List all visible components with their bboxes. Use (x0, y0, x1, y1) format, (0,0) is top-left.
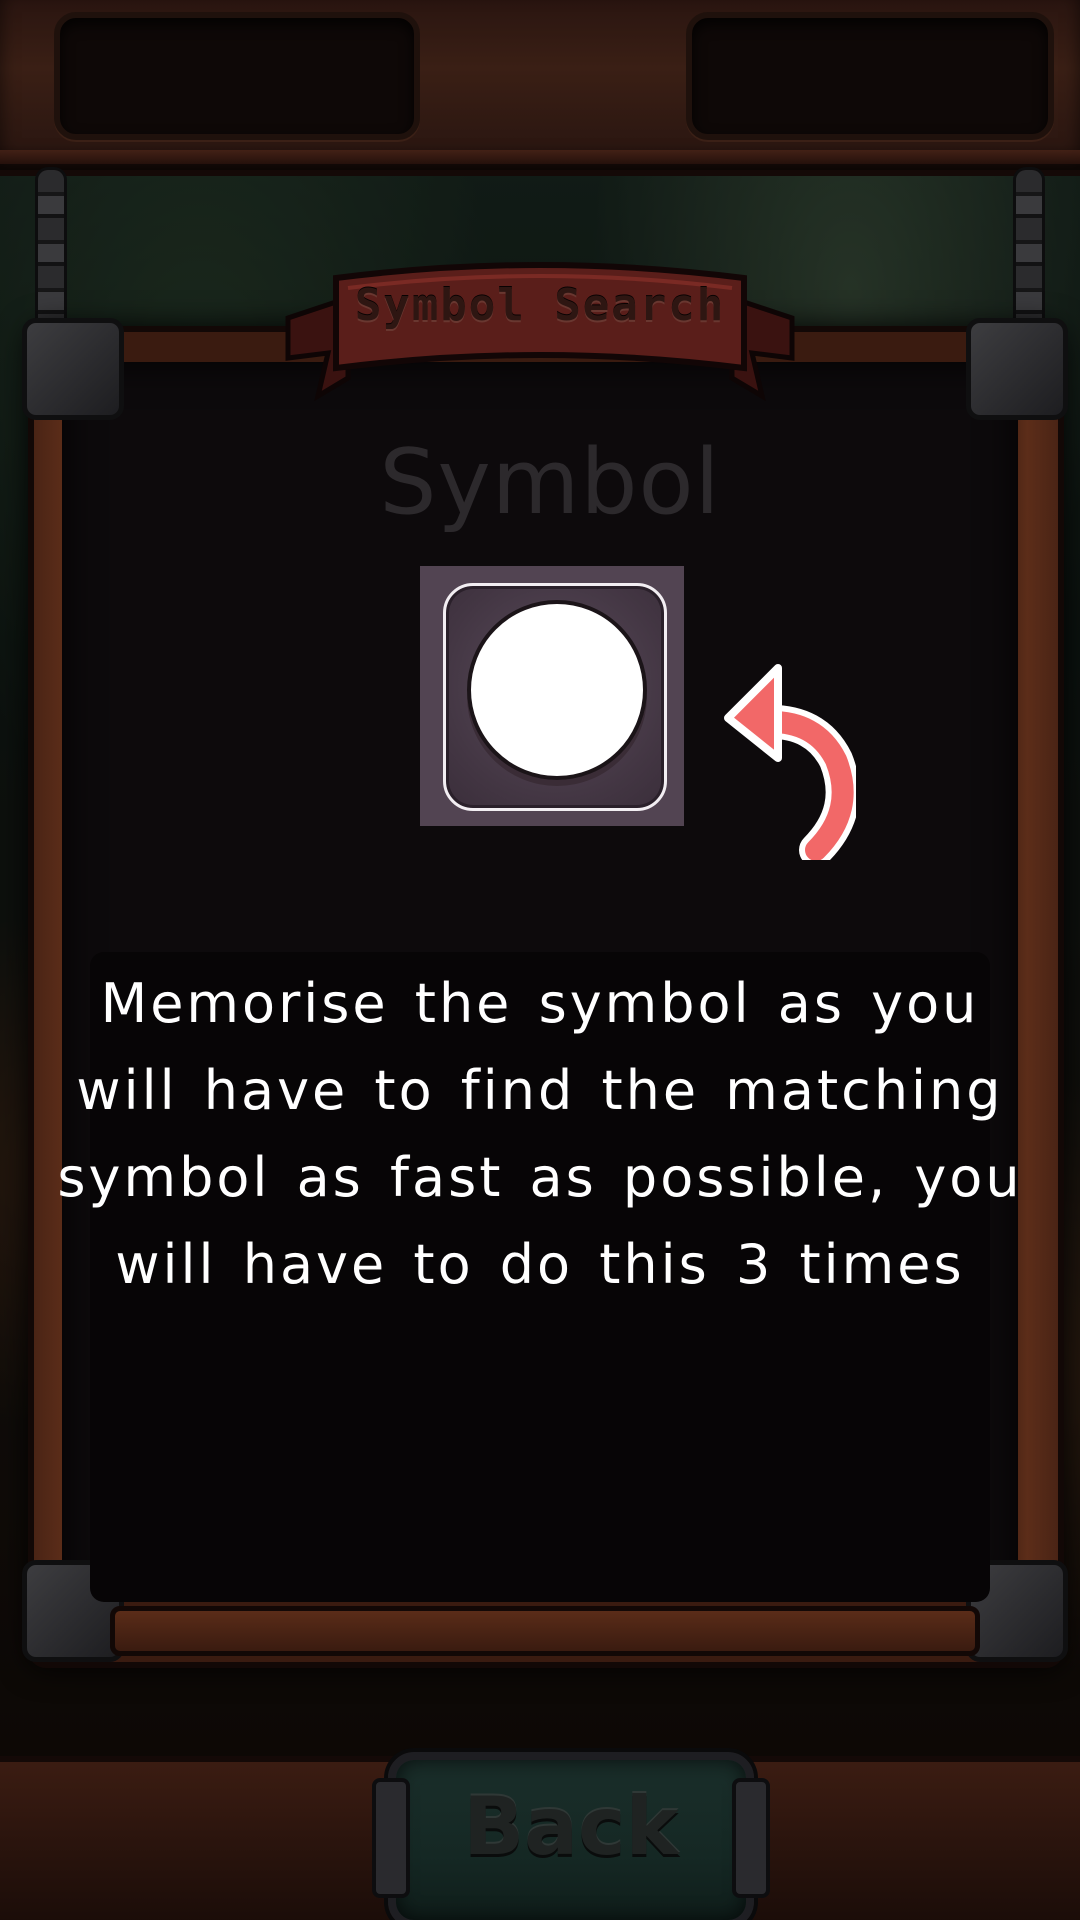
game-screen: Symbol Search Symbol Memorise the symbol… (0, 0, 1080, 1920)
white-circle-icon (467, 600, 647, 780)
top-right-slot (686, 12, 1054, 140)
top-bar (0, 0, 1080, 176)
symbol-heading: Symbol (379, 430, 721, 535)
instruction-text: Memorise the symbol as you will have to … (57, 972, 1023, 1296)
panel-bottom-rail (110, 1606, 980, 1656)
top-left-slot (54, 12, 420, 140)
back-button[interactable] (372, 1752, 770, 1920)
game-title: Symbol Search (354, 280, 726, 331)
right-chain (1016, 170, 1042, 340)
corner-bracket-top-left (22, 318, 124, 420)
left-chain (38, 170, 64, 340)
corner-bracket-top-right (966, 318, 1068, 420)
curved-arrow-icon (724, 664, 856, 860)
